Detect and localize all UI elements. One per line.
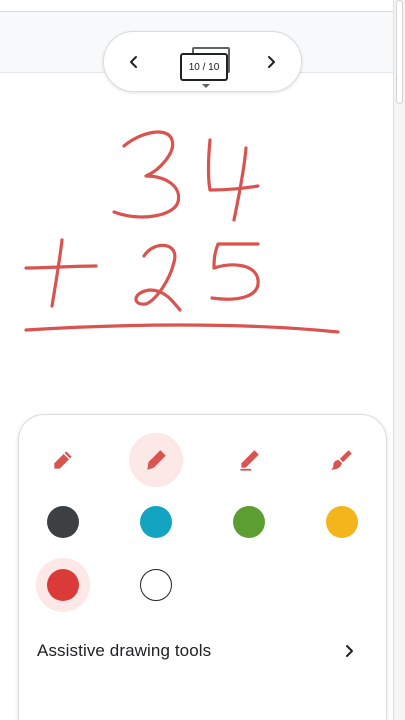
color-red-swatch[interactable] [36,558,90,612]
pen-icon [54,451,72,469]
next-page-button[interactable] [257,48,285,76]
color-swatch-white [140,569,172,601]
color-swatch-cyan [140,506,172,538]
chevron-right-icon [268,56,275,68]
highlighter-icon [240,450,259,471]
ink-digit-3 [112,130,181,219]
ink-digit-2 [134,243,182,312]
top-bar [0,0,393,12]
ink-plus-horizontal [24,264,98,270]
ink-digit-5 [210,242,260,301]
color-swatch-red [47,569,79,601]
drawing-tools-panel: Assistive drawing tools [18,414,387,720]
assistive-drawing-tools-button[interactable]: Assistive drawing tools [19,633,386,669]
ink-digit-4 [206,138,260,192]
color-swatch-black [47,506,79,538]
brush-icon [331,450,352,470]
chevron-right-icon [346,645,353,657]
color-green-swatch[interactable] [222,495,276,549]
brush-tool-button[interactable] [315,433,369,487]
chevron-left-icon [130,56,137,68]
close-panel-button[interactable] [187,711,219,720]
ink-plus-vertical [50,238,64,308]
color-black-swatch[interactable] [36,495,90,549]
previous-page-button[interactable] [120,48,148,76]
color-white-swatch[interactable] [129,558,183,612]
color-swatch-green [233,506,265,538]
ink-digit-4-stem [232,146,248,222]
pen-tool-button[interactable] [36,433,90,487]
scrollbar[interactable] [393,0,405,720]
color-swatch-yellow [326,506,358,538]
assistive-drawing-tools-label: Assistive drawing tools [37,641,212,660]
ink-underline [24,323,340,334]
marker-icon [147,450,166,470]
scroll-thumb[interactable] [396,0,403,104]
color-cyan-swatch[interactable] [129,495,183,549]
color-yellow-swatch[interactable] [315,495,369,549]
highlighter-tool-button[interactable] [222,433,276,487]
marker-tool-button[interactable] [129,433,183,487]
drawing-canvas[interactable] [0,73,393,413]
